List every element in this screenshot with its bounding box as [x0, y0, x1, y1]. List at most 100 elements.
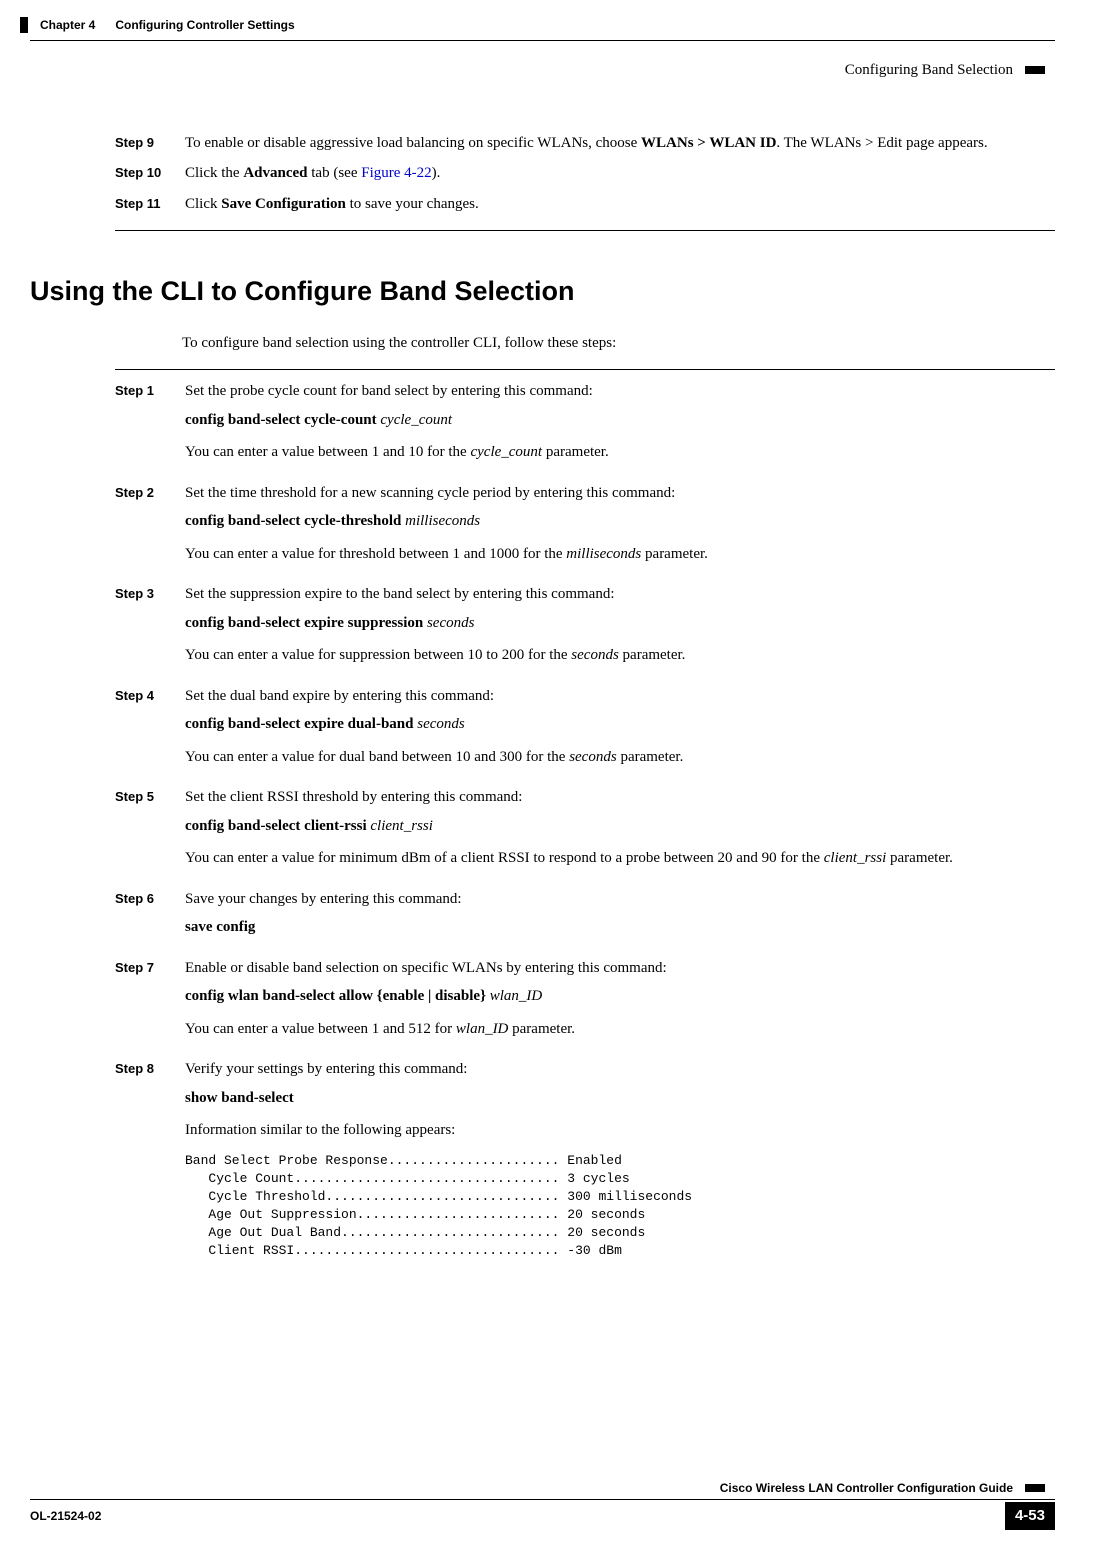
cmd-bold: config band-select client-rssi — [185, 818, 370, 834]
steps-start-rule — [115, 369, 1055, 370]
cmd-italic: seconds — [427, 615, 475, 631]
cmd-bold: config band-select cycle-count — [185, 412, 380, 428]
note: You can enter a value for dual band betw… — [185, 746, 1055, 769]
footer-bar-icon — [1025, 1484, 1045, 1492]
step-label: Step 9 — [115, 132, 185, 153]
text: . The WLANs > Edit page appears. — [776, 135, 987, 151]
text: You can enter a value for suppression be… — [185, 647, 571, 663]
text: You can enter a value for minimum dBm of… — [185, 850, 824, 866]
step-text: Set the suppression expire to the band s… — [185, 583, 1055, 677]
step-7: Step 7 Enable or disable band selection … — [115, 957, 1055, 1051]
step-text: Set the client RSSI threshold by enterin… — [185, 786, 1055, 880]
footer-rule — [30, 1499, 1055, 1500]
cmd-italic: client_rssi — [370, 818, 433, 834]
command: config band-select client-rssi client_rs… — [185, 815, 1055, 838]
command: config band-select cycle-threshold milli… — [185, 510, 1055, 533]
step-label: Step 1 — [115, 380, 185, 401]
step-label: Step 5 — [115, 786, 185, 807]
command: show band-select — [185, 1087, 1055, 1110]
page-footer: Cisco Wireless LAN Controller Configurat… — [0, 1479, 1095, 1531]
code-output: Band Select Probe Response..............… — [185, 1152, 1055, 1261]
text: ). — [432, 165, 441, 181]
text: Set the dual band expire by entering thi… — [185, 685, 1055, 708]
step-label: Step 6 — [115, 888, 185, 909]
step-label: Step 2 — [115, 482, 185, 503]
text: parameter. — [641, 546, 708, 562]
text: Save your changes by entering this comma… — [185, 888, 1055, 911]
step-11: Step 11 Click Save Configuration to save… — [115, 193, 1055, 216]
section-heading: Using the CLI to Configure Band Selectio… — [30, 271, 1055, 312]
footer-top: Cisco Wireless LAN Controller Configurat… — [30, 1479, 1055, 1497]
text: Set the suppression expire to the band s… — [185, 583, 1055, 606]
step-text: Verify your settings by entering this co… — [185, 1058, 1055, 1261]
cmd-bold: config band-select expire suppression — [185, 615, 427, 631]
command: config band-select expire dual-band seco… — [185, 713, 1055, 736]
command: config band-select cycle-count cycle_cou… — [185, 409, 1055, 432]
step-text: Enable or disable band selection on spec… — [185, 957, 1055, 1051]
step-6: Step 6 Save your changes by entering thi… — [115, 888, 1055, 949]
section-breadcrumb: Configuring Band Selection — [845, 59, 1013, 82]
chapter-title: Configuring Controller Settings — [115, 16, 294, 34]
text: You can enter a value for dual band betw… — [185, 749, 569, 765]
command: save config — [185, 916, 1055, 939]
step-8: Step 8 Verify your settings by entering … — [115, 1058, 1055, 1261]
text-italic: client_rssi — [824, 850, 887, 866]
guide-title: Cisco Wireless LAN Controller Configurat… — [720, 1479, 1013, 1497]
text-bold: Advanced — [243, 165, 307, 181]
step-text: Set the dual band expire by entering thi… — [185, 685, 1055, 779]
step-label: Step 11 — [115, 193, 185, 214]
cmd-italic: cycle_count — [380, 412, 452, 428]
step-10: Step 10 Click the Advanced tab (see Figu… — [115, 162, 1055, 185]
text-italic: wlan_ID — [456, 1021, 509, 1037]
note: You can enter a value between 1 and 512 … — [185, 1018, 1055, 1041]
cmd-italic: milliseconds — [405, 513, 480, 529]
text: Set the probe cycle count for band selec… — [185, 380, 1055, 403]
text: Enable or disable band selection on spec… — [185, 957, 1055, 980]
text: You can enter a value for threshold betw… — [185, 546, 566, 562]
doc-number: OL-21524-02 — [30, 1507, 101, 1525]
cmd-italic: seconds — [417, 716, 465, 732]
footer-bottom: OL-21524-02 4-53 — [30, 1502, 1055, 1531]
command: config band-select expire suppression se… — [185, 612, 1055, 635]
note: You can enter a value between 1 and 10 f… — [185, 441, 1055, 464]
text-italic: seconds — [569, 749, 617, 765]
text: Click — [185, 196, 221, 212]
steps-end-rule — [115, 230, 1055, 231]
text: parameter. — [619, 647, 686, 663]
step-text: Set the probe cycle count for band selec… — [185, 380, 1055, 474]
step-2: Step 2 Set the time threshold for a new … — [115, 482, 1055, 576]
step-label: Step 3 — [115, 583, 185, 604]
step-label: Step 4 — [115, 685, 185, 706]
step-text: Click Save Configuration to save your ch… — [185, 193, 1055, 216]
steps-block-a: Step 9 To enable or disable aggressive l… — [115, 132, 1055, 216]
step-text: Set the time threshold for a new scannin… — [185, 482, 1055, 576]
text-italic: milliseconds — [566, 546, 641, 562]
page-number: 4-53 — [1005, 1502, 1055, 1531]
figure-link[interactable]: Figure 4-22 — [361, 165, 431, 181]
step-text: To enable or disable aggressive load bal… — [185, 132, 1055, 155]
section-intro: To configure band selection using the co… — [182, 332, 1055, 355]
step-5: Step 5 Set the client RSSI threshold by … — [115, 786, 1055, 880]
header-subright: Configuring Band Selection — [0, 41, 1095, 82]
step-text: Save your changes by entering this comma… — [185, 888, 1055, 949]
step-4: Step 4 Set the dual band expire by enter… — [115, 685, 1055, 779]
note: You can enter a value for threshold betw… — [185, 543, 1055, 566]
step-text: Click the Advanced tab (see Figure 4-22)… — [185, 162, 1055, 185]
text: tab (see — [308, 165, 362, 181]
cmd-bold: config band-select cycle-threshold — [185, 513, 405, 529]
text: Set the client RSSI threshold by enterin… — [185, 786, 1055, 809]
chapter-label: Chapter 4 — [40, 16, 95, 34]
text: To enable or disable aggressive load bal… — [185, 135, 641, 151]
note: You can enter a value for minimum dBm of… — [185, 847, 1055, 870]
text-italic: seconds — [571, 647, 619, 663]
cmd-bold: config wlan band-select allow {enable | … — [185, 988, 490, 1004]
cmd-bold: show band-select — [185, 1090, 294, 1106]
step-label: Step 10 — [115, 162, 185, 183]
note: Information similar to the following app… — [185, 1119, 1055, 1142]
step-label: Step 8 — [115, 1058, 185, 1079]
text: Set the time threshold for a new scannin… — [185, 482, 1055, 505]
header-right: Configuring Band Selection — [845, 59, 1055, 82]
header-right-bar-icon — [1025, 66, 1045, 74]
text: Verify your settings by entering this co… — [185, 1058, 1055, 1081]
text: parameter. — [617, 749, 684, 765]
